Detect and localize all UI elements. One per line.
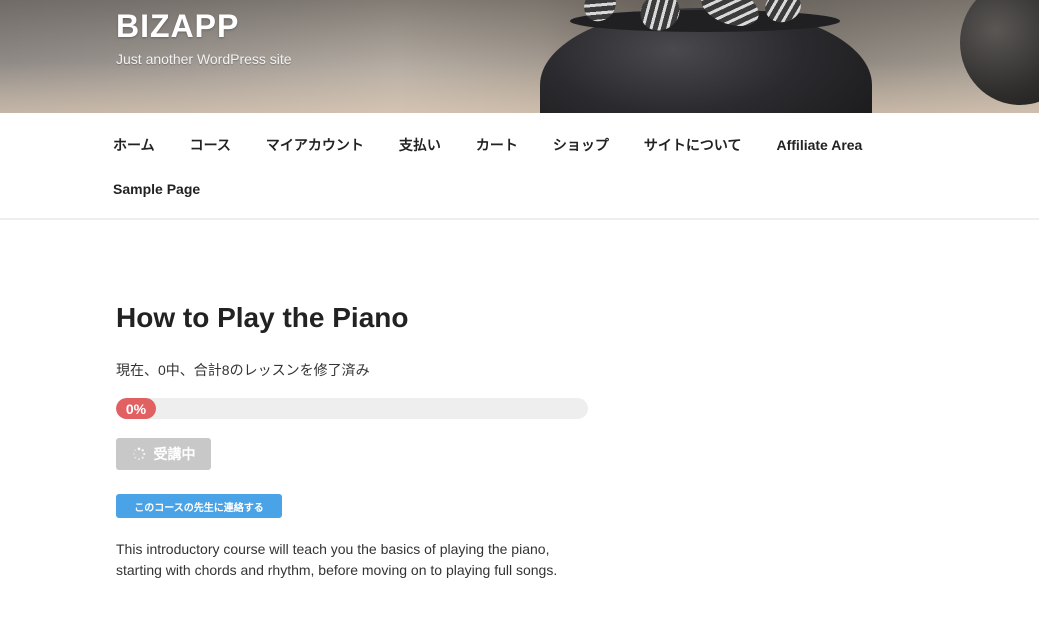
header-image-tone <box>0 62 1039 113</box>
nav-item-courses[interactable]: コース <box>190 135 231 155</box>
nav-row-1: ホーム コース マイアカウント 支払い カート ショップ サイトについて Aff… <box>113 135 897 155</box>
nav-item-my-account[interactable]: マイアカウント <box>266 135 364 155</box>
nav-item-shop[interactable]: ショップ <box>553 135 609 155</box>
course-progress-bar: 0% <box>116 398 588 419</box>
site-header: BIZAPP Just another WordPress site <box>0 0 1039 113</box>
progress-percent-label: 0% <box>125 400 147 417</box>
nav-item-payment[interactable]: 支払い <box>399 135 441 155</box>
main-navigation: ホーム コース マイアカウント 支払い カート ショップ サイトについて Aff… <box>0 113 1039 220</box>
site-title[interactable]: BIZAPP <box>116 8 239 45</box>
course-title: How to Play the Piano <box>116 302 409 333</box>
course-description: This introductory course will teach you … <box>116 541 558 578</box>
nav-item-sample-page[interactable]: Sample Page <box>113 181 200 197</box>
enrolled-button-label: 受講中 <box>153 446 196 462</box>
enrolled-button[interactable]: 受講中 <box>116 438 211 470</box>
nav-item-affiliate-area[interactable]: Affiliate Area <box>777 137 863 153</box>
nav-item-about[interactable]: サイトについて <box>644 135 742 155</box>
nav-item-home[interactable]: ホーム <box>113 135 155 155</box>
site-description: Just another WordPress site <box>116 51 292 67</box>
course-progress-fill: 0% <box>116 398 156 419</box>
spinner-icon <box>132 447 146 461</box>
nav-row-2: Sample Page <box>113 179 235 199</box>
contact-teacher-button[interactable]: このコースの先生に連絡する <box>116 494 282 518</box>
nav-item-cart[interactable]: カート <box>476 135 518 155</box>
lesson-status-text: 現在、0中、合計8のレッスンを修了済み <box>116 362 370 378</box>
